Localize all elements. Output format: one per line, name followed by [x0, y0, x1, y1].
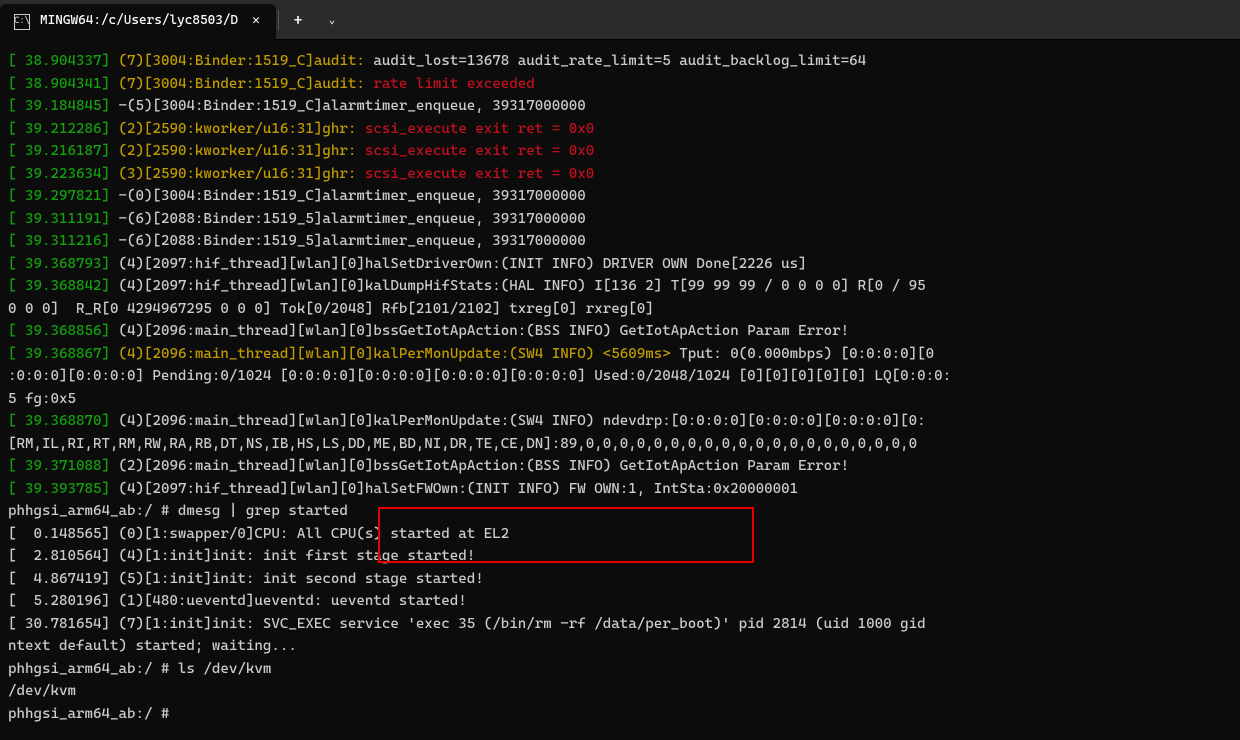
new-tab-button[interactable]: + — [281, 4, 315, 38]
terminal-viewport[interactable]: [ 38.904337] (7)[3004:Binder:1519_C]audi… — [0, 40, 1240, 725]
tab-separator — [278, 10, 279, 30]
close-tab-button[interactable]: ✕ — [246, 12, 266, 32]
active-tab[interactable]: C:\ MINGW64:/c/Users/lyc8503/D ✕ — [0, 4, 276, 40]
terminal-icon: C:\ — [14, 14, 30, 30]
tab-title: MINGW64:/c/Users/lyc8503/D — [40, 10, 238, 33]
title-bar: C:\ MINGW64:/c/Users/lyc8503/D ✕ + ⌄ — [0, 0, 1240, 40]
tab-dropdown-button[interactable]: ⌄ — [315, 4, 349, 38]
